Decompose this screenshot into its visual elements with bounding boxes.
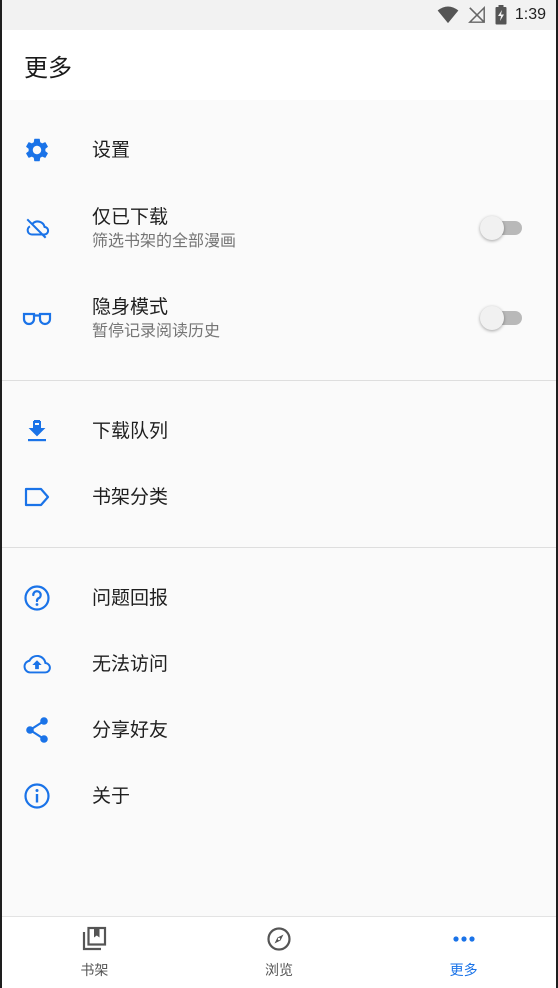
battery-charging-icon [495,5,507,25]
menu-item-label: 书架分类 [92,486,169,508]
nav-label: 书架 [80,962,109,979]
info-icon [22,781,52,811]
more-dots-icon [451,926,477,956]
download-icon [22,416,52,446]
menu-item-incognito[interactable]: 隐身模式 暂停记录阅读历史 [2,273,556,363]
menu-item-settings[interactable]: 设置 [2,117,556,183]
downloaded-only-toggle[interactable] [480,216,524,240]
share-icon [22,715,52,745]
incognito-toggle[interactable] [480,306,524,330]
section-library: 下载队列 书架分类 [2,381,556,547]
menu-item-download-queue[interactable]: 下载队列 [2,398,556,464]
menu-item-label: 关于 [92,785,131,807]
menu-item-texts: 隐身模式 暂停记录阅读历史 [92,294,220,342]
menu-item-texts: 设置 [92,137,130,163]
glasses-icon [22,303,52,333]
bottom-navigation: 书架 浏览 更多 [2,916,556,988]
menu-item-about[interactable]: 关于 [2,763,556,829]
cloud-upload-icon [22,649,52,679]
nav-item-library[interactable]: 书架 [2,917,187,988]
menu-item-texts: 下载队列 [92,418,168,444]
menu-item-label: 设置 [92,139,131,161]
label-icon [22,482,52,512]
menu-item-texts: 关于 [92,783,130,809]
menu-item-label: 下载队列 [92,420,169,442]
menu-item-categories[interactable]: 书架分类 [2,464,556,530]
menu-item-texts: 分享好友 [92,717,168,743]
nav-label: 浏览 [265,962,293,979]
menu-item-texts: 问题回报 [92,585,168,611]
menu-item-share[interactable]: 分享好友 [2,697,556,763]
menu-item-label: 无法访问 [92,653,169,675]
menu-item-texts: 仅已下载 筛选书架的全部漫画 [92,204,236,252]
app-bar: 更多 [2,30,556,100]
nav-item-more[interactable]: 更多 [371,917,556,988]
menu-list: 设置 仅已下载 筛选书架的全部漫画 隐身模式 暂停记录阅读历史 下载队列 书架分… [2,100,556,916]
menu-item-label: 问题回报 [92,587,169,609]
menu-item-label: 分享好友 [92,719,169,741]
toggle-thumb [480,306,504,330]
nav-label: 更多 [449,962,478,979]
menu-item-cannot-access[interactable]: 无法访问 [2,631,556,697]
menu-item-texts: 无法访问 [92,651,168,677]
menu-item-subtitle: 暂停记录阅读历史 [92,321,221,340]
gear-icon [22,135,52,165]
compass-icon [266,926,292,956]
section-misc: 问题回报 无法访问 分享好友 关于 [2,548,556,846]
menu-item-label: 仅已下载 [92,206,169,228]
wifi-icon [437,6,459,24]
menu-item-texts: 书架分类 [92,484,168,510]
cloud-off-icon [22,213,52,243]
page-title: 更多 [24,53,72,82]
menu-item-report-issue[interactable]: 问题回报 [2,565,556,631]
help-circle-icon [22,583,52,613]
no-signal-icon [467,6,487,24]
nav-item-browse[interactable]: 浏览 [187,917,372,988]
status-time: 1:39 [514,6,546,23]
section-preferences: 设置 仅已下载 筛选书架的全部漫画 隐身模式 暂停记录阅读历史 [2,100,556,380]
library-icon [81,926,107,956]
menu-item-downloaded-only[interactable]: 仅已下载 筛选书架的全部漫画 [2,183,556,273]
status-bar: 1:39 [2,0,556,30]
screen: 1:39 更多 设置 仅已下载 筛选书架的全部漫画 隐身模式 暂停记录阅读历史 … [0,0,558,988]
menu-item-subtitle: 筛选书架的全部漫画 [92,231,237,250]
toggle-thumb [480,216,504,240]
menu-item-label: 隐身模式 [92,296,169,318]
